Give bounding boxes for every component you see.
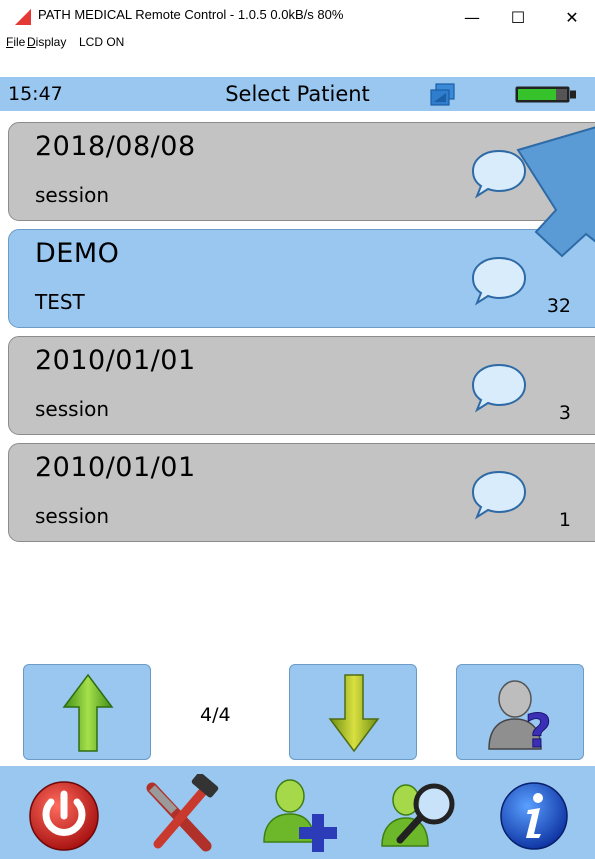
pager: 4/4 ?	[0, 664, 595, 764]
battery-icon	[515, 86, 576, 103]
patient-name: 2018/08/08	[35, 131, 196, 162]
maximize-button[interactable]: ☐	[495, 2, 541, 32]
session-count: 32	[546, 295, 571, 317]
session-count: 3	[558, 402, 571, 424]
info-icon[interactable]	[494, 774, 574, 854]
bottom-toolbar	[0, 766, 595, 859]
tools-icon[interactable]	[140, 774, 220, 854]
patient-list-item-selected[interactable]: DEMO TEST 32	[8, 229, 595, 328]
menu-display-label: isplay	[35, 35, 67, 49]
window-title: PATH MEDICAL Remote Control - 1.0.5 0.0k…	[38, 7, 344, 22]
comment-bubble-icon[interactable]	[467, 145, 531, 201]
user-help-icon: ?	[488, 680, 552, 753]
search-user-icon[interactable]	[380, 774, 460, 854]
comment-bubble-icon[interactable]	[467, 359, 531, 415]
arrow-up-icon	[62, 673, 114, 752]
patient-subtitle: TEST	[35, 290, 85, 314]
path-medical-logo-icon	[13, 9, 31, 25]
menu-file[interactable]: File	[6, 35, 25, 49]
arrow-down-icon	[328, 674, 380, 753]
session-count: 1	[558, 509, 571, 531]
status-bar: 15:47 Select Patient	[0, 77, 595, 111]
menu-lcd-on[interactable]: LCD ON	[79, 35, 124, 49]
menu-display-mnemonic: D	[27, 35, 36, 49]
copy-windows-icon[interactable]	[430, 83, 456, 107]
power-icon[interactable]	[24, 774, 104, 854]
patient-name: DEMO	[35, 238, 120, 269]
page-indicator: 4/4	[200, 704, 231, 726]
menu-file-label: ile	[13, 35, 26, 49]
device-screen: 15:47 Select Patient 2018/08/08 session …	[0, 54, 595, 859]
minimize-button[interactable]: —	[449, 2, 495, 32]
menu-bar: File Display LCD ON	[0, 32, 595, 54]
page-up-button[interactable]	[23, 664, 151, 760]
menu-lcd-on-label: LCD ON	[79, 35, 125, 49]
page-down-button[interactable]	[289, 664, 417, 760]
patient-list-item[interactable]: 2018/08/08 session	[8, 122, 595, 221]
menu-display[interactable]: Display	[27, 35, 66, 49]
patient-list-item[interactable]: 2010/01/01 session 1	[8, 443, 595, 542]
patient-subtitle: session	[35, 397, 110, 421]
patient-name: 2010/01/01	[35, 345, 196, 376]
patient-name: 2010/01/01	[35, 452, 196, 483]
patient-subtitle: session	[35, 183, 110, 207]
comment-bubble-icon[interactable]	[467, 466, 531, 522]
add-user-icon[interactable]	[260, 774, 340, 854]
close-button[interactable]: ✕	[549, 2, 595, 32]
window-title-bar: PATH MEDICAL Remote Control - 1.0.5 0.0k…	[0, 0, 595, 32]
patient-list-item[interactable]: 2010/01/01 session 3	[8, 336, 595, 435]
svg-text:?: ?	[525, 704, 552, 753]
patient-subtitle: session	[35, 504, 110, 528]
comment-bubble-icon[interactable]	[467, 252, 531, 308]
screen-title: Select Patient	[225, 82, 370, 106]
help-button[interactable]: ?	[456, 664, 584, 760]
